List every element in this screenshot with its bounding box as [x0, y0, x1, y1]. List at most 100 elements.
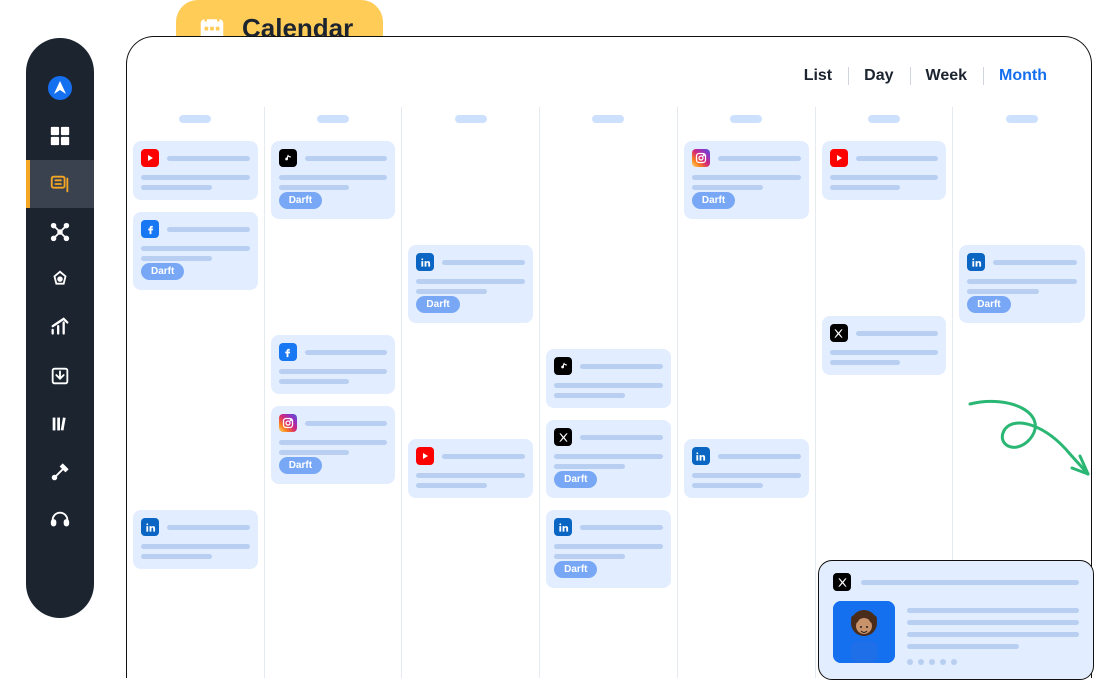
event-card[interactable]: Darft [546, 420, 671, 498]
day-header-placeholder [868, 115, 900, 123]
placeholder-line [554, 393, 625, 398]
event-card[interactable]: Darft [959, 245, 1085, 323]
event-card[interactable] [271, 335, 396, 394]
event-card[interactable]: Darft [271, 141, 396, 219]
placeholder-line [416, 279, 525, 284]
placeholder-line [554, 544, 663, 549]
view-tab-list[interactable]: List [788, 63, 848, 89]
sidebar-library[interactable] [26, 400, 94, 448]
sidebar-navigate[interactable] [26, 64, 94, 112]
draft-badge: Darft [416, 296, 459, 313]
view-tabs: List Day Week Month [788, 63, 1063, 89]
day-header-placeholder [1006, 115, 1038, 123]
event-card[interactable]: Darft [684, 141, 809, 219]
placeholder-line [718, 156, 801, 161]
sidebar-download[interactable] [26, 352, 94, 400]
view-tab-day[interactable]: Day [848, 63, 909, 89]
preview-avatar [833, 601, 895, 663]
day-header-placeholder [730, 115, 762, 123]
x-icon [833, 573, 851, 591]
library-icon [48, 412, 72, 436]
sidebar-tools[interactable] [26, 448, 94, 496]
event-card[interactable] [822, 316, 947, 375]
placeholder-line [830, 360, 901, 365]
day-header-placeholder [455, 115, 487, 123]
draft-badge: Darft [967, 296, 1010, 313]
tools-icon [48, 460, 72, 484]
tiktok-icon [554, 357, 572, 375]
placeholder-line [554, 383, 663, 388]
placeholder-line [442, 454, 525, 459]
event-card[interactable]: Darft [546, 510, 671, 588]
day-header-placeholder [317, 115, 349, 123]
sidebar-connections[interactable] [26, 208, 94, 256]
placeholder-line [141, 246, 250, 251]
placeholder-line [580, 435, 663, 440]
calendar-column: Darft Darft [265, 107, 403, 678]
linkedin-icon [554, 518, 572, 536]
youtube-icon [416, 447, 434, 465]
pagination-dot [918, 659, 924, 665]
draft-badge: Darft [692, 192, 735, 209]
connections-icon [48, 220, 72, 244]
linkedin-icon [416, 253, 434, 271]
sidebar-target[interactable] [26, 256, 94, 304]
calendar-column: Darft [127, 107, 265, 678]
placeholder-line [279, 440, 388, 445]
calendar-column: Darft [402, 107, 540, 678]
placeholder-line [554, 454, 663, 459]
placeholder-line [580, 364, 663, 369]
calendar-column: Darft [678, 107, 816, 678]
instagram-icon [692, 149, 710, 167]
target-icon [48, 268, 72, 292]
pagination-dot [907, 659, 913, 665]
instagram-icon [279, 414, 297, 432]
navigate-icon [48, 76, 72, 100]
placeholder-line [167, 156, 250, 161]
placeholder-line [830, 175, 939, 180]
placeholder-line [856, 331, 939, 336]
placeholder-line [141, 554, 212, 559]
placeholder-line [830, 350, 939, 355]
event-card[interactable]: Darft [408, 245, 533, 323]
event-card[interactable] [822, 141, 947, 200]
sidebar-dashboard[interactable] [26, 112, 94, 160]
draft-badge: Darft [554, 561, 597, 578]
placeholder-line [692, 175, 801, 180]
download-icon [48, 364, 72, 388]
sidebar-analytics[interactable] [26, 304, 94, 352]
placeholder-line [167, 227, 250, 232]
placeholder-line [442, 260, 525, 265]
draft-badge: Darft [279, 457, 322, 474]
facebook-icon [141, 220, 159, 238]
event-card[interactable]: Darft [271, 406, 396, 484]
event-card[interactable] [546, 349, 671, 408]
event-card[interactable] [133, 510, 258, 569]
sidebar-support[interactable] [26, 496, 94, 544]
view-tab-week[interactable]: Week [910, 63, 984, 89]
x-icon [554, 428, 572, 446]
dashboard-icon [48, 124, 72, 148]
pagination-dot [940, 659, 946, 665]
preview-lines [907, 601, 1079, 665]
linkedin-icon [967, 253, 985, 271]
preview-dots [907, 659, 1079, 665]
placeholder-line [141, 175, 250, 180]
youtube-icon [830, 149, 848, 167]
placeholder-line [279, 379, 350, 384]
placeholder-line [279, 369, 388, 374]
placeholder-line [830, 185, 901, 190]
placeholder-line [993, 260, 1077, 265]
event-card[interactable] [408, 439, 533, 498]
sidebar-comments[interactable] [26, 160, 94, 208]
day-header-placeholder [179, 115, 211, 123]
placeholder-line [580, 525, 663, 530]
view-tab-month[interactable]: Month [983, 63, 1063, 89]
event-card[interactable]: Darft [133, 212, 258, 290]
placeholder-line [718, 454, 801, 459]
event-card[interactable] [684, 439, 809, 498]
placeholder-line [279, 175, 388, 180]
preview-card[interactable] [818, 560, 1094, 680]
placeholder-line [967, 279, 1077, 284]
event-card[interactable] [133, 141, 258, 200]
